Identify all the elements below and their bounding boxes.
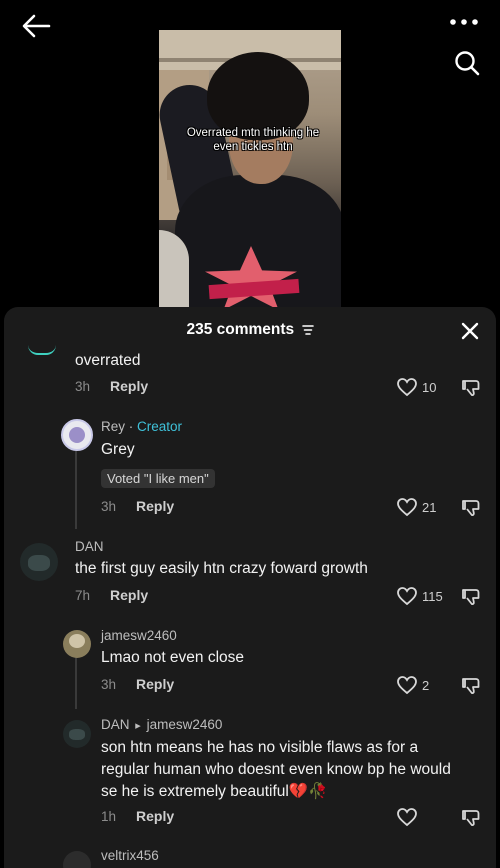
comment-text: Lmao not even close: [101, 649, 245, 666]
heart-icon: [397, 587, 417, 606]
dislike-button[interactable]: [460, 675, 482, 697]
sort-icon: [301, 325, 314, 335]
comment-username[interactable]: DAN: [75, 539, 104, 554]
like-button[interactable]: [396, 807, 418, 827]
avatar[interactable]: [63, 851, 91, 868]
dislike-button[interactable]: [460, 586, 482, 608]
avatar[interactable]: [20, 543, 58, 581]
thread-line: [75, 657, 77, 709]
reply-arrow-icon: ▸: [135, 720, 141, 732]
close-icon: [461, 322, 479, 340]
comment-time: 3h: [101, 499, 117, 514]
close-button[interactable]: [458, 319, 482, 343]
poll-vote-badge: Voted "I like men": [101, 469, 215, 488]
dislike-icon: [462, 810, 480, 827]
avatar-inner: [69, 427, 85, 443]
search-icon: [455, 51, 480, 76]
more-dots-icon: [450, 19, 478, 25]
dislike-icon: [462, 589, 480, 606]
video-caption: Overrated mtn thinking he even tickles h…: [186, 127, 320, 153]
comment-text: Grey: [101, 441, 135, 458]
search-button[interactable]: [450, 46, 484, 80]
comment-count-wrap[interactable]: 235 comments: [4, 321, 496, 339]
avatar-inner: [69, 729, 85, 740]
username-separator: ·: [125, 419, 138, 434]
username-text: Rey: [101, 419, 126, 434]
like-button[interactable]: 10: [396, 377, 436, 397]
reply-button[interactable]: Reply: [110, 587, 148, 603]
heart-icon: [397, 808, 417, 827]
heart-icon: [397, 676, 417, 695]
like-count: 10: [422, 379, 437, 395]
like-button[interactable]: 21: [396, 497, 436, 517]
like-count: 115: [422, 588, 443, 604]
comments-header: 235 comments: [4, 307, 496, 353]
comment-time: 3h: [75, 379, 91, 394]
comment-text: the first guy easily htn crazy foward gr…: [75, 560, 368, 577]
comment-text: overrated: [75, 352, 141, 369]
comment-text: son htn means he has no visible flaws as…: [101, 739, 451, 800]
avatar[interactable]: [63, 630, 91, 658]
partial-avatar: [28, 345, 56, 355]
dislike-button[interactable]: [460, 807, 482, 829]
heart-icon: [397, 378, 417, 397]
like-button[interactable]: 2: [396, 675, 429, 695]
like-count: 21: [422, 499, 437, 515]
video-area: Overrated mtn thinking he even tickles h…: [0, 0, 500, 310]
thread-line: [75, 449, 77, 529]
dislike-button[interactable]: [460, 377, 482, 399]
back-button[interactable]: [16, 8, 56, 44]
dislike-icon: [462, 500, 480, 517]
username-text: DAN: [101, 717, 130, 732]
comment-username[interactable]: veltrix456: [101, 848, 159, 863]
comment-time: 1h: [101, 809, 117, 824]
dislike-button[interactable]: [460, 497, 482, 519]
reply-to-username: jamesw2460: [146, 717, 223, 732]
comment-time: 7h: [75, 588, 91, 603]
comments-sheet: 235 comments overrated 3h Reply 10 Rey ·…: [4, 307, 496, 868]
reply-button[interactable]: Reply: [110, 378, 148, 394]
heart-icon: [397, 498, 417, 517]
back-arrow-icon: [22, 14, 51, 38]
avatar-inner: [69, 634, 85, 648]
dislike-icon: [462, 380, 480, 397]
creator-label: Creator: [137, 419, 183, 434]
dislike-icon: [462, 678, 480, 695]
avatar-inner: [28, 555, 50, 571]
comment-time: 3h: [101, 677, 117, 692]
like-count: 2: [422, 677, 430, 693]
avatar[interactable]: [61, 419, 93, 451]
like-button[interactable]: 115: [396, 586, 443, 606]
comment-username[interactable]: Rey · Creator: [101, 419, 182, 434]
comment-username[interactable]: jamesw2460: [101, 628, 177, 643]
reply-button[interactable]: Reply: [136, 676, 174, 692]
reply-button[interactable]: Reply: [136, 498, 174, 514]
video-thumbnail[interactable]: Overrated mtn thinking he even tickles h…: [159, 30, 341, 310]
more-button[interactable]: [446, 10, 482, 34]
comment-username[interactable]: DAN ▸ jamesw2460: [101, 717, 222, 732]
reply-button[interactable]: Reply: [136, 808, 174, 824]
comment-count: 235 comments: [186, 321, 295, 338]
avatar[interactable]: [63, 720, 91, 748]
